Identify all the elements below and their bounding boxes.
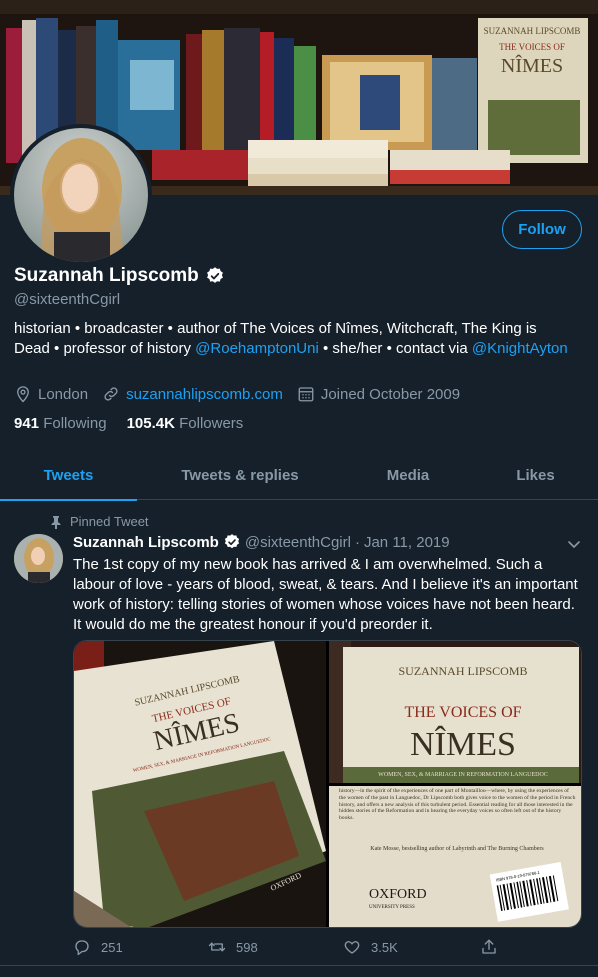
verified-badge-icon: [206, 267, 223, 283]
profile-handle: @sixteenthCgirl: [14, 291, 121, 308]
followers-stat[interactable]: 105.4K Followers: [127, 415, 244, 432]
tab-tweets[interactable]: Tweets: [0, 450, 137, 501]
photo2-author: SUZANNAH LIPSCOMB: [398, 664, 527, 678]
followers-label: Followers: [179, 415, 244, 432]
pinned-text: Pinned Tweet: [70, 514, 149, 529]
avatar-photo: [14, 128, 148, 262]
profile-location: London: [14, 385, 88, 403]
banner-title-small: THE VOICES OF: [499, 42, 565, 52]
book-photo-cover: SUZANNAH LIPSCOMB THE VOICES OF NÎMES WO…: [329, 641, 581, 783]
profile-joined: Joined October 2009: [297, 385, 460, 403]
tweet-actions: 251 598 3.5K: [73, 936, 578, 958]
profile-website[interactable]: suzannahlipscomb.com: [102, 385, 283, 403]
profile-avatar[interactable]: [10, 124, 152, 266]
tab-tweets-and-replies[interactable]: Tweets & replies: [137, 450, 343, 500]
retweet-action[interactable]: 598: [208, 938, 343, 956]
tweet-media-photo-1[interactable]: SUZANNAH LIPSCOMB THE VOICES OF NÎMES WO…: [74, 641, 326, 927]
location-text: London: [38, 385, 89, 403]
pin-icon: [51, 515, 61, 529]
verified-badge-icon: [224, 534, 239, 549]
tweet-media-photo-2[interactable]: SUZANNAH LIPSCOMB THE VOICES OF NÎMES WO…: [329, 641, 581, 783]
book-photo-back: history—in the spirit of the experiences…: [329, 786, 581, 927]
photo2-subtitle: WOMEN, SEX, & MARRIAGE IN REFORMATION LA…: [378, 772, 548, 778]
followers-count: 105.4K: [126, 415, 175, 432]
tab-media[interactable]: Media: [343, 450, 473, 500]
tab-likes[interactable]: Likes: [473, 450, 598, 500]
tweet-media-grid: SUZANNAH LIPSCOMB THE VOICES OF NÎMES WO…: [73, 640, 582, 928]
banner-author-text: SUZANNAH LIPSCOMB: [484, 26, 581, 36]
book-photo-angled: SUZANNAH LIPSCOMB THE VOICES OF NÎMES WO…: [74, 641, 326, 927]
like-icon: [344, 941, 360, 954]
link-icon: [104, 387, 118, 401]
reply-action[interactable]: 251: [73, 938, 208, 956]
tweet-avatar-photo: [14, 534, 63, 583]
tweet-separator: ·: [354, 533, 360, 551]
following-count: 941: [14, 415, 40, 432]
profile-meta: London suzannahlipscomb.com Joined Octob…: [14, 385, 468, 403]
photo3-publisher: OXFORD: [369, 887, 427, 902]
tweet-date[interactable]: Jan 11, 2019: [364, 534, 450, 551]
share-icon: [482, 939, 496, 954]
follow-button[interactable]: Follow: [502, 210, 582, 249]
tweet-text: The 1st copy of my new book has arrived …: [73, 556, 578, 633]
following-stat[interactable]: 941 Following: [14, 415, 107, 432]
photo3-publisher-sub: UNIVERSITY PRESS: [369, 905, 415, 910]
location-pin-icon: [17, 386, 29, 403]
tweet-author-handle[interactable]: @sixteenthCgirl: [245, 534, 351, 551]
retweet-count: 598: [236, 939, 258, 955]
pinned-tweet-label: Pinned Tweet: [50, 514, 149, 529]
photo2-title-big: NÎMES: [410, 726, 516, 763]
calendar-icon: [298, 387, 314, 402]
joined-text: Joined October 2009: [320, 385, 461, 403]
photo3-quote-author: Kate Mosse, bestselling author of Labyri…: [370, 845, 544, 852]
website-link[interactable]: suzannahlipscomb.com: [126, 386, 283, 403]
bio-link-knightayton[interactable]: @KnightAyton: [472, 340, 568, 357]
tweet-author-name[interactable]: Suzannah Lipscomb: [73, 534, 219, 551]
banner-title-big: NÎMES: [501, 54, 563, 77]
profile-name: Suzannah Lipscomb: [14, 265, 199, 286]
bio-link-roehampton[interactable]: @RoehamptonUni: [195, 340, 319, 357]
reply-icon: [75, 940, 89, 956]
divider: [0, 965, 598, 966]
bio-text-2: • she/her • contact via: [318, 340, 472, 357]
reply-count: 251: [101, 939, 123, 955]
profile-tabs: Tweets Tweets & replies Media Likes: [0, 450, 598, 501]
retweet-icon: [208, 942, 226, 952]
profile-name-row: Suzannah Lipscomb: [14, 265, 225, 287]
like-count: 3.5K: [371, 939, 398, 955]
profile-bio: historian • broadcaster • author of The …: [14, 319, 574, 359]
photo2-title-small: THE VOICES OF: [404, 704, 521, 721]
share-action[interactable]: [480, 938, 498, 956]
tweet-media-photo-3[interactable]: history—in the spirit of the experiences…: [329, 786, 581, 927]
chevron-down-icon[interactable]: [566, 536, 582, 552]
profile-stats: 941 Following 105.4K Followers: [14, 415, 243, 432]
tweet-avatar[interactable]: [14, 534, 63, 583]
like-action[interactable]: 3.5K: [343, 938, 478, 956]
following-label: Following: [43, 415, 107, 432]
tweet-header: Suzannah Lipscomb @sixteenthCgirl · Jan …: [73, 533, 450, 551]
photo3-blurb: history—in the spirit of the experiences…: [339, 788, 576, 822]
